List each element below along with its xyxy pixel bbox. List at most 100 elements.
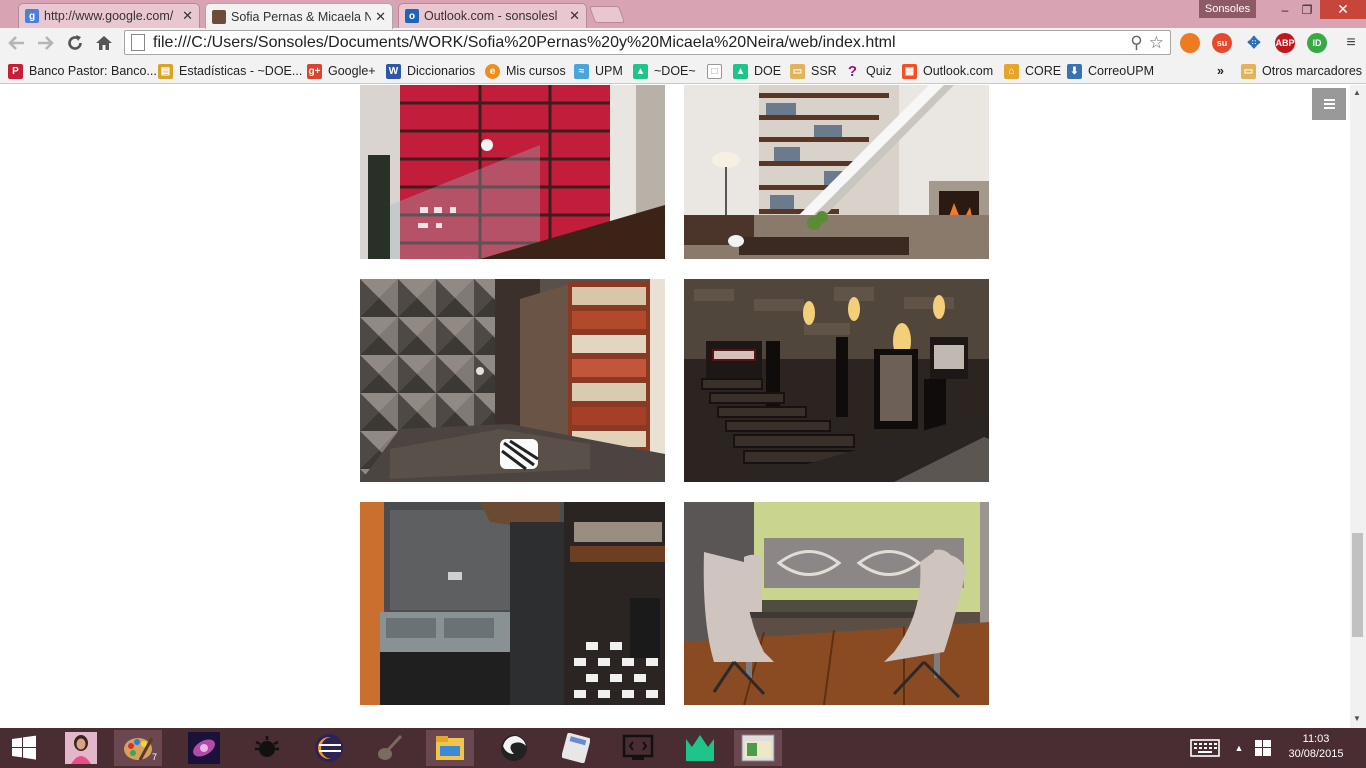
close-tab-icon[interactable]: ✕ — [569, 8, 580, 24]
photo-staircase-bookshelf-living-room[interactable] — [684, 85, 989, 259]
menu-line — [1323, 103, 1335, 105]
scrollbar-thumb[interactable] — [1352, 533, 1363, 637]
search-icon[interactable]: ⚲ — [1130, 33, 1142, 53]
close-tab-icon[interactable]: ✕ — [375, 9, 386, 25]
bookmark-doe-tilde[interactable]: ▲ ~DOE~ — [633, 62, 696, 80]
paint-badge: 7 — [152, 752, 158, 762]
windows-start-icon[interactable] — [0, 730, 48, 766]
nebula-icon[interactable] — [180, 730, 228, 766]
home-icon[interactable] — [93, 32, 115, 54]
new-tab-button[interactable] — [588, 6, 626, 23]
bookmark-blank[interactable]: □ — [707, 62, 728, 80]
page-content — [0, 85, 1350, 728]
question-icon: ? — [847, 62, 858, 80]
tab-outlook[interactable]: o Outlook.com - sonsolesl ✕ — [398, 3, 587, 28]
firefox-like-extension-icon[interactable] — [1180, 33, 1200, 53]
google-plus-icon: g+ — [307, 63, 322, 79]
bookmark-label: Outlook.com — [923, 64, 994, 78]
paint-icon[interactable]: 7 — [114, 730, 162, 766]
tools-extension-icon[interactable]: ✥ — [1244, 33, 1264, 53]
restore-button[interactable]: ❐ — [1296, 0, 1318, 19]
folder-icon: ▭ — [1241, 63, 1256, 79]
bookmark-outlook[interactable]: ▦ Outlook.com — [902, 62, 993, 80]
calculator-icon[interactable] — [552, 730, 600, 766]
bookmark-ssr[interactable]: ▭ SSR — [790, 62, 837, 80]
tab-label: Outlook.com - sonsolesl — [424, 9, 558, 23]
keyboard-icon[interactable] — [1182, 730, 1228, 766]
scroll-down-arrow-icon[interactable]: ▼ — [1353, 714, 1361, 723]
address-bar[interactable]: ⚲ ☆ — [124, 30, 1171, 55]
bookmark-label: SSR — [811, 64, 837, 78]
photo-black-glass-bathroom[interactable] — [360, 502, 665, 705]
id-extension-icon[interactable]: ID — [1307, 33, 1327, 53]
photo-calem-wine-cellar[interactable] — [684, 279, 989, 482]
title-bar: g http://www.google.com/ ✕ Sofia Pernas … — [0, 0, 1366, 29]
bookmark-label: Google+ — [328, 64, 376, 78]
bookmark-correoupm[interactable]: ⬇ CorreoUPM — [1067, 62, 1154, 80]
browser-toolbar: ⚲ ☆ su ✥ ABP ID ≡ — [0, 28, 1366, 58]
mis-cursos-icon: e — [485, 63, 500, 79]
bookmark-quiz[interactable]: ? Quiz — [845, 62, 892, 80]
windows-taskbar: 7 ▲ — [0, 728, 1366, 768]
guitar-icon[interactable] — [366, 730, 414, 766]
folder-icon: ▭ — [790, 63, 805, 79]
stumbleupon-icon[interactable]: su — [1212, 33, 1232, 53]
bookmark-label: UPM — [595, 64, 623, 78]
chrome-menu-icon[interactable]: ≡ — [1340, 32, 1362, 54]
tab-label: Sofia Pernas & Micaela Ne — [231, 9, 372, 24]
core-icon: ⌂ — [1004, 63, 1019, 79]
minimize-button[interactable]: – — [1274, 0, 1296, 19]
photo-favicon-icon — [212, 9, 226, 24]
bookmark-label: ~DOE~ — [654, 64, 696, 78]
close-window-button[interactable]: ✕ — [1320, 0, 1366, 19]
file-explorer-icon[interactable] — [426, 730, 474, 766]
bookmark-mis-cursos[interactable]: e Mis cursos — [485, 62, 566, 80]
estadisticas-icon: ▤ — [158, 63, 173, 79]
other-bookmarks-folder[interactable]: ▭ Otros marcadores — [1241, 62, 1362, 80]
reload-icon[interactable] — [64, 32, 86, 54]
bookmark-star-icon[interactable]: ☆ — [1149, 33, 1164, 53]
address-input[interactable] — [153, 33, 1131, 52]
photo-dining-room-chairs[interactable] — [684, 502, 989, 705]
download-icon: ⬇ — [1067, 63, 1082, 79]
settings-icon[interactable] — [243, 730, 291, 766]
bookmark-estadisticas[interactable]: ▤ Estadísticas - ~DOE... — [158, 62, 302, 80]
bookmarks-bar: P Banco Pastor: Banco... ▤ Estadísticas - … — [0, 58, 1366, 84]
photo-pyramid-wall-bedroom-bookcase[interactable] — [360, 279, 665, 482]
close-tab-icon[interactable]: ✕ — [182, 8, 193, 24]
doe-icon[interactable] — [676, 730, 724, 766]
tab-google[interactable]: g http://www.google.com/ ✕ — [18, 3, 200, 28]
bookmark-diccionarios[interactable]: W Diccionarios — [386, 62, 475, 80]
bookmark-label: Estadísticas - ~DOE... — [179, 64, 303, 78]
firefox-icon[interactable] — [490, 730, 538, 766]
eclipse-icon[interactable] — [305, 730, 353, 766]
back-icon[interactable] — [6, 32, 28, 54]
outlook-favicon-icon: o — [405, 9, 419, 23]
show-hidden-icon[interactable]: ▲ — [1228, 730, 1250, 766]
adblock-plus-icon[interactable]: ABP — [1275, 33, 1295, 53]
photo-red-bookshelf-glass-railing[interactable] — [360, 85, 665, 259]
diccionarios-icon: W — [386, 63, 401, 79]
bookmark-label: DOE — [754, 64, 782, 78]
user-profile-badge[interactable]: Sonsoles — [1199, 0, 1256, 18]
tab-sofia-pernas[interactable]: Sofia Pernas & Micaela Ne ✕ — [205, 3, 393, 29]
bookmark-label: Banco Pastor: Banco... — [29, 64, 157, 78]
terminal-icon[interactable] — [614, 730, 662, 766]
upm-icon: ≈ — [574, 63, 589, 79]
user-photo-icon[interactable] — [57, 730, 105, 766]
bookmark-google-plus[interactable]: g+ Google+ — [307, 62, 376, 80]
page-icon — [131, 34, 145, 51]
bookmark-upm[interactable]: ≈ UPM — [574, 62, 623, 80]
bookmark-label: Mis cursos — [506, 64, 566, 78]
scroll-up-arrow-icon[interactable]: ▲ — [1353, 88, 1361, 97]
chrome-window-icon[interactable] — [734, 730, 782, 766]
menu-line — [1323, 107, 1335, 109]
hamburger-menu-button[interactable] — [1312, 88, 1346, 120]
bookmark-banco-pastor[interactable]: P Banco Pastor: Banco... — [8, 62, 157, 80]
bookmark-doe[interactable]: ▲ DOE — [733, 62, 781, 80]
bookmark-core[interactable]: ⌂ CORE — [1004, 62, 1061, 80]
bookmarks-overflow-button[interactable]: » — [1217, 62, 1224, 80]
windows-flag-icon[interactable] — [1250, 730, 1276, 766]
system-clock[interactable]: 11:03 30/08/2015 — [1280, 732, 1352, 762]
forward-icon[interactable] — [34, 32, 56, 54]
